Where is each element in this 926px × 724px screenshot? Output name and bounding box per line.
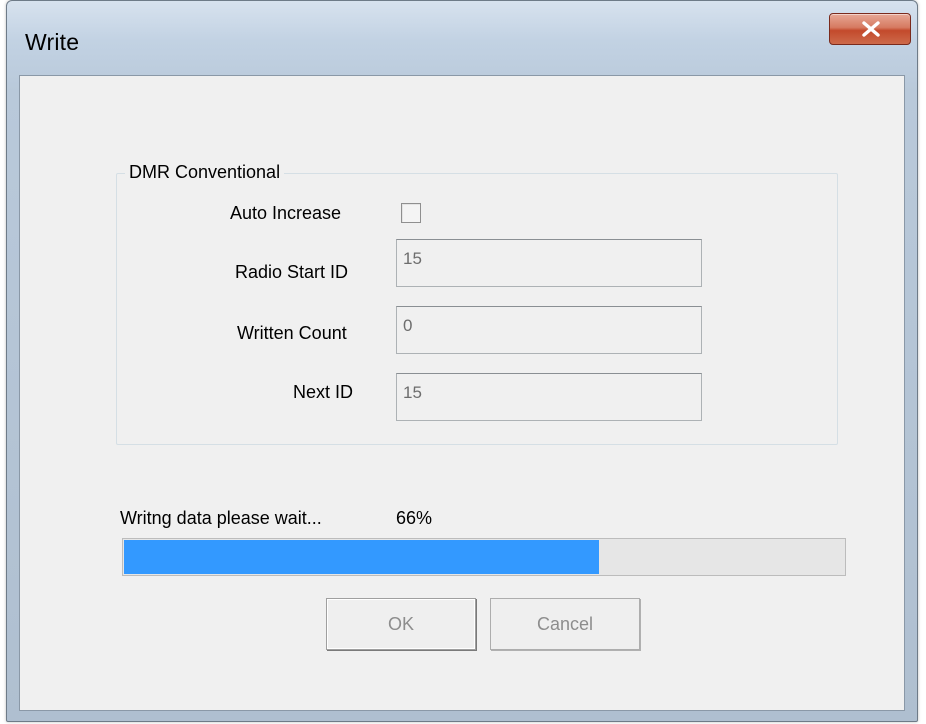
- radio-start-id-field[interactable]: 15: [396, 239, 702, 287]
- close-x-icon: [862, 21, 880, 37]
- progress-bar-fill: [124, 540, 599, 574]
- auto-increase-label: Auto Increase: [230, 203, 342, 223]
- write-dialog-window: Write DMR Conventional Auto Increase Rad…: [6, 0, 918, 722]
- next-id-label: Next ID: [293, 382, 354, 402]
- window-title: Write: [25, 29, 80, 55]
- written-count-field[interactable]: 0: [396, 306, 702, 354]
- progress-percent: 66%: [396, 508, 433, 528]
- title-bar[interactable]: Write: [7, 1, 917, 75]
- radio-start-id-label: Radio Start ID: [235, 262, 349, 282]
- cancel-button[interactable]: Cancel: [490, 598, 640, 650]
- group-title: DMR Conventional: [125, 162, 285, 183]
- next-id-field[interactable]: 15: [396, 373, 702, 421]
- dmr-conventional-group: DMR Conventional Auto Increase Radio Sta…: [116, 162, 838, 445]
- close-button[interactable]: [829, 13, 911, 45]
- progress-bar: [122, 538, 846, 576]
- status-message: Writng data please wait...: [120, 508, 322, 528]
- ok-button[interactable]: OK: [326, 598, 476, 650]
- written-count-label: Written Count: [237, 323, 347, 343]
- dialog-client-area: DMR Conventional Auto Increase Radio Sta…: [19, 75, 905, 711]
- auto-increase-checkbox[interactable]: [401, 203, 421, 223]
